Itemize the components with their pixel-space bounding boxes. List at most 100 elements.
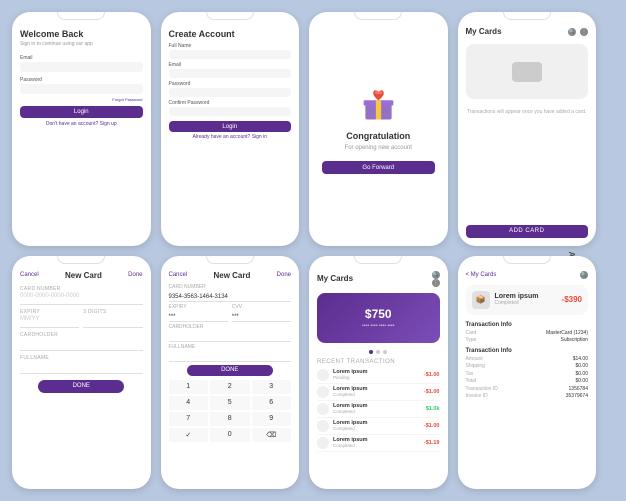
merchant-status: Completed bbox=[495, 300, 539, 306]
phone-congratulation: Congratulation For opening new account G… bbox=[309, 12, 448, 246]
detail-shipping: Shipping $0.00 bbox=[466, 363, 589, 369]
phone6-fullname-label: FULLNAME bbox=[169, 344, 292, 350]
trans-item-3[interactable]: Lorem ipsum Completed $1.0k bbox=[317, 401, 440, 418]
phone1-email-input[interactable] bbox=[20, 62, 143, 72]
detail-transid: Transaction ID 1356784 bbox=[466, 386, 589, 392]
numpad-0[interactable]: 0 bbox=[210, 428, 250, 442]
phone2-signin[interactable]: Sign in bbox=[252, 134, 267, 140]
phone5-fullname-input[interactable] bbox=[20, 362, 143, 374]
merchant-card: 📦 Lorem ipsum Completed -$390 bbox=[466, 285, 589, 315]
search-icon[interactable]: 🔍 bbox=[580, 271, 588, 279]
phone6-fullname-input[interactable] bbox=[169, 351, 292, 362]
more-icon[interactable]: ⋮ bbox=[432, 279, 440, 287]
search-icon[interactable]: 🔍 bbox=[432, 271, 440, 279]
phone8-screen: < My Cards 🔍 📦 Lorem ipsum Completed -$3… bbox=[458, 264, 597, 490]
card-value: MasterCard (1234) bbox=[546, 330, 588, 336]
phone6-done-btn[interactable]: DONE bbox=[187, 365, 273, 376]
merchant-icon: 📦 bbox=[472, 291, 490, 309]
card-placeholder bbox=[466, 44, 589, 99]
trans-item-2[interactable]: Lorem ipsum Completed -$1.00 bbox=[317, 384, 440, 401]
phone2-password-input[interactable] bbox=[169, 88, 292, 97]
search-icon[interactable]: 🔍 bbox=[568, 28, 576, 36]
type-value: Subscription bbox=[560, 337, 588, 343]
numpad-2[interactable]: 2 bbox=[210, 380, 250, 394]
phone6-cancel[interactable]: Cancel bbox=[169, 272, 188, 278]
phone2-fullname-input[interactable] bbox=[169, 50, 292, 59]
phone2-email-input[interactable] bbox=[169, 69, 292, 78]
phone8-back[interactable]: < My Cards bbox=[466, 272, 497, 278]
phone5-cancel[interactable]: Cancel bbox=[20, 272, 39, 278]
phone5-done[interactable]: Done bbox=[128, 272, 142, 278]
phone-notch bbox=[503, 256, 551, 264]
detail-amount: Amount $14.00 bbox=[466, 356, 589, 362]
trans-amount-2: -$1.00 bbox=[424, 389, 440, 395]
numpad-4[interactable]: 4 bbox=[169, 396, 209, 410]
phone5-cardnum-input[interactable]: 0000-0000-0000-0000 bbox=[20, 293, 143, 305]
numpad-9[interactable]: 9 bbox=[252, 412, 292, 426]
more-icon[interactable]: ⋮ bbox=[580, 28, 588, 36]
phone6-expiry-input[interactable]: *** bbox=[169, 311, 228, 322]
trans-icon-2 bbox=[317, 386, 329, 398]
phone3-forward-btn[interactable]: Go Forward bbox=[322, 161, 435, 174]
phone2-confirm-input[interactable] bbox=[169, 107, 292, 116]
phone1-login-btn[interactable]: Login bbox=[20, 106, 143, 118]
trans-status-4: Completed bbox=[333, 426, 424, 431]
phone5-cardholder-input[interactable] bbox=[20, 339, 143, 351]
phone6-cardholder-input[interactable] bbox=[169, 331, 292, 342]
trans-item-4[interactable]: Lorem ipsum Completed -$1.00 bbox=[317, 418, 440, 435]
phone1-signup-link: Don't have an account? Sign up bbox=[20, 121, 143, 127]
phone1-email-label: Email bbox=[20, 55, 143, 61]
phone3-title: Congratulation bbox=[346, 131, 410, 141]
detail-total: Total $0.00 bbox=[466, 378, 589, 384]
phone1-title: Welcome Back bbox=[20, 29, 143, 39]
phone-notch bbox=[503, 12, 551, 20]
total-value: $0.00 bbox=[575, 378, 588, 384]
trans-info-3: Lorem ipsum Completed bbox=[333, 403, 426, 414]
numpad-6[interactable]: 6 bbox=[252, 396, 292, 410]
phone6-cvv-input[interactable]: *** bbox=[232, 311, 291, 322]
phone5-done-btn[interactable]: DONE bbox=[38, 380, 124, 393]
phone5-expiry-label: EXPIRY bbox=[20, 309, 79, 315]
phone-welcome: Welcome Back Sign in to continue using o… bbox=[12, 12, 151, 246]
phone5-row1: EXPIRY MM/YY 3 digits bbox=[20, 305, 143, 328]
dot-3 bbox=[383, 350, 387, 354]
dot-1 bbox=[369, 350, 373, 354]
phone6-row1: EXPIRY *** CVV *** bbox=[169, 302, 292, 322]
type-label: Type bbox=[466, 337, 477, 343]
phone2-login-btn[interactable]: Login bbox=[169, 121, 292, 132]
detail-card: Card MasterCard (1234) bbox=[466, 330, 589, 336]
phone7-topbar: My Cards 🔍 ⋮ bbox=[317, 269, 440, 289]
trans-item-1[interactable]: Lorem ipsum Pending -$1.00 bbox=[317, 367, 440, 384]
phone1-subtitle: Sign in to continue using our app bbox=[20, 41, 143, 47]
phone5-expiry-input[interactable]: MM/YY bbox=[20, 316, 79, 328]
numpad-check[interactable]: ✓ bbox=[169, 428, 209, 442]
invoiceid-value: 35379674 bbox=[566, 393, 588, 399]
merchant-amount: -$390 bbox=[562, 295, 582, 304]
numpad-backspace[interactable]: ⌫ bbox=[252, 428, 292, 442]
merchant-name: Lorem ipsum bbox=[495, 293, 539, 300]
numpad-7[interactable]: 7 bbox=[169, 412, 209, 426]
phone6-done[interactable]: Done bbox=[277, 272, 291, 278]
numpad-8[interactable]: 8 bbox=[210, 412, 250, 426]
phone5-cvv-input[interactable] bbox=[83, 316, 142, 328]
phone-notch bbox=[57, 256, 105, 264]
add-card-button[interactable]: ADD CARD bbox=[466, 225, 589, 238]
card-balance: $750 bbox=[325, 307, 432, 321]
trans-amount-3: $1.0k bbox=[426, 406, 440, 412]
tax-value: $0.00 bbox=[575, 371, 588, 377]
phone7-card: $750 •••• •••• •••• •••• bbox=[317, 293, 440, 343]
numpad-1[interactable]: 1 bbox=[169, 380, 209, 394]
phone6-numpad: 1 2 3 4 5 6 7 8 9 ✓ 0 ⌫ bbox=[169, 380, 292, 442]
phone1-password-input[interactable] bbox=[20, 84, 143, 94]
phone-notch bbox=[354, 256, 402, 264]
phone7-icons: 🔍 ⋮ bbox=[432, 271, 440, 287]
trans-amount-5: -$1.19 bbox=[424, 440, 440, 446]
phone6-cardnum-input[interactable]: 9354-3563-1464-3134 bbox=[169, 291, 292, 302]
trans-item-5[interactable]: Lorem ipsum Completed -$1.19 bbox=[317, 435, 440, 452]
phone7-screen: My Cards 🔍 ⋮ $750 •••• •••• •••• •••• RE… bbox=[309, 264, 448, 490]
phone1-forgot[interactable]: Forgot Password bbox=[20, 97, 143, 102]
numpad-5[interactable]: 5 bbox=[210, 396, 250, 410]
phone2-fullname-label: Full Name bbox=[169, 43, 292, 49]
numpad-3[interactable]: 3 bbox=[252, 380, 292, 394]
phone1-signup[interactable]: Sign up bbox=[100, 121, 117, 127]
